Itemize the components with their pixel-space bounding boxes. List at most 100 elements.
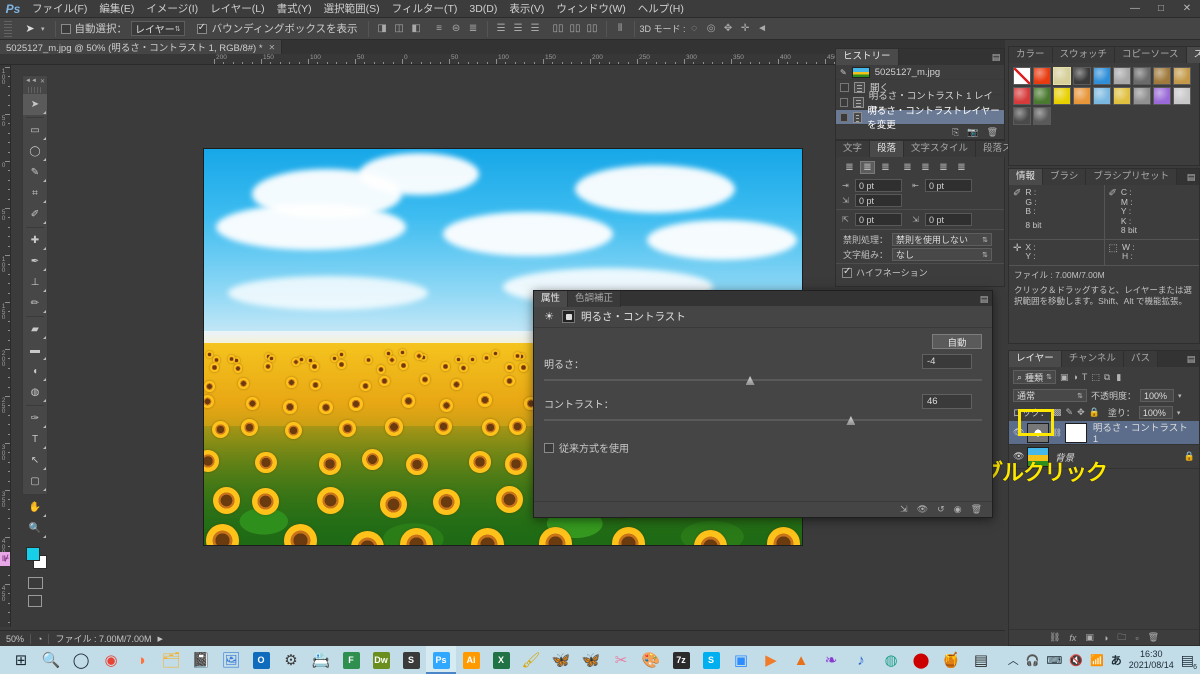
zoom-tool[interactable]: 🔍: [23, 518, 47, 539]
dreamweaver-icon[interactable]: Dw: [366, 646, 396, 674]
auto-select-target-dropdown[interactable]: レイヤー ⇅: [131, 21, 185, 36]
menu-file[interactable]: ファイル(F): [26, 0, 93, 18]
indent-right-input[interactable]: 0 pt: [925, 179, 972, 192]
add-mask-icon[interactable]: ▣: [1085, 632, 1094, 643]
menu-type[interactable]: 書式(Y): [271, 0, 318, 18]
eraser-tool[interactable]: ▰: [23, 319, 47, 340]
delete-layer-icon[interactable]: 🗑: [1148, 632, 1159, 643]
quick-mask-button[interactable]: [23, 574, 47, 592]
tools-panel-header[interactable]: ◄◄ ✕: [23, 76, 47, 86]
pan-3d-icon[interactable]: ✥: [720, 21, 737, 37]
justify-all-icon[interactable]: ≣: [954, 161, 969, 174]
align-horizontal-centers-icon[interactable]: ◫: [391, 21, 408, 37]
spot-healing-tool[interactable]: ✚: [23, 230, 47, 251]
auto-button[interactable]: 自動: [932, 334, 982, 349]
create-snapshot-icon[interactable]: 📷: [967, 127, 978, 138]
auto-select-checkbox[interactable]: [60, 23, 71, 34]
auto-distribute-icon[interactable]: ⦀: [612, 21, 629, 37]
ftp-icon[interactable]: F: [336, 646, 366, 674]
tab-paths[interactable]: パス: [1123, 351, 1158, 367]
distribute-right-icon[interactable]: ▯▯: [584, 21, 601, 37]
menu-select[interactable]: 選択範囲(S): [318, 0, 386, 18]
lock-transparent-pixels-icon[interactable]: ▩: [1053, 407, 1062, 418]
lock-all-icon[interactable]: 🔒: [1089, 407, 1100, 418]
delete-adjustment-icon[interactable]: 🗑: [971, 504, 982, 515]
panel-menu-icon[interactable]: ▤: [976, 291, 992, 307]
blur-tool[interactable]: ◖: [23, 361, 47, 382]
hand-tool[interactable]: ✋: [23, 497, 47, 518]
toggle-preview-icon[interactable]: 👁: [917, 504, 928, 515]
document-tab[interactable]: 5025127_m.jpg @ 50% (明るさ・コントラスト 1, RGB/8…: [0, 40, 283, 54]
history-source-checkbox[interactable]: [840, 82, 849, 92]
reset-icon[interactable]: ↺: [937, 504, 945, 515]
sticky-notes-icon[interactable]: ▤: [966, 646, 996, 674]
bounding-box-checkbox[interactable]: [196, 22, 207, 34]
history-item[interactable]: 明るさ・コントラストレイヤーを変更: [836, 106, 1004, 131]
photos-icon[interactable]: 🖼: [216, 646, 246, 674]
color-swatches[interactable]: [23, 544, 49, 574]
tab-brush-presets[interactable]: ブラシプリセット: [1086, 169, 1178, 185]
network-icon[interactable]: 📶: [1090, 654, 1104, 667]
style-swatch[interactable]: [1173, 87, 1191, 105]
filter-toggle-switch[interactable]: ▮: [1116, 372, 1121, 383]
purple-app-icon[interactable]: ❧: [816, 646, 846, 674]
filter-smart-object-icon[interactable]: ⧉: [1104, 372, 1110, 383]
cortana-icon[interactable]: ◯: [66, 646, 96, 674]
blend-mode-dropdown[interactable]: 通常 ⇅: [1013, 389, 1087, 402]
delete-state-icon[interactable]: 🗑: [987, 127, 998, 138]
foreground-color-swatch[interactable]: [26, 547, 40, 561]
style-swatch[interactable]: [1153, 87, 1171, 105]
new-group-icon[interactable]: 🗀: [1117, 630, 1126, 646]
space-after-input[interactable]: 0 pt: [925, 213, 972, 226]
clone-stamp-tool[interactable]: ⊥: [23, 272, 47, 293]
space-before-input[interactable]: 0 pt: [855, 213, 902, 226]
distribute-left-icon[interactable]: ▯▯: [550, 21, 567, 37]
menu-image[interactable]: イメージ(I): [140, 0, 204, 18]
tab-character[interactable]: 文字: [836, 141, 871, 157]
tab-layers[interactable]: レイヤー: [1009, 351, 1062, 367]
panel-menu-icon[interactable]: ▤: [988, 49, 1004, 65]
style-swatch[interactable]: [1153, 67, 1171, 85]
visibility-icon[interactable]: ◉: [954, 504, 962, 515]
menu-3d[interactable]: 3D(D): [463, 0, 503, 18]
distribute-bottom-icon[interactable]: ☰: [527, 21, 544, 37]
contrast-input[interactable]: 46: [922, 394, 972, 409]
brightness-input[interactable]: -4: [922, 354, 972, 369]
vertical-ruler[interactable]: 10050050100150200250300350400450500⊮: [0, 65, 11, 627]
ime-icon[interactable]: あ: [1111, 652, 1122, 668]
hyphenation-checkbox[interactable]: [842, 266, 852, 278]
screen-mode-button[interactable]: [23, 592, 47, 610]
paint-icon[interactable]: 🖌: [516, 646, 546, 674]
style-swatch[interactable]: [1033, 67, 1051, 85]
show-hidden-icons-icon[interactable]: ︿: [1008, 652, 1019, 668]
style-swatch[interactable]: [1113, 87, 1131, 105]
style-swatch[interactable]: [1013, 107, 1031, 125]
butterfly-icon[interactable]: 🦋: [546, 646, 576, 674]
zoom-meeting-icon[interactable]: ▣: [726, 646, 756, 674]
fx-icon[interactable]: fx: [1069, 633, 1076, 643]
align-left-edges-icon[interactable]: ◨: [374, 21, 391, 37]
style-swatch[interactable]: [1013, 67, 1031, 85]
gradient-tool[interactable]: ▬: [23, 340, 47, 361]
style-swatch[interactable]: [1093, 67, 1111, 85]
snapshot-brush-icon[interactable]: ✎: [840, 68, 847, 77]
lasso-tool[interactable]: ◯: [23, 141, 47, 162]
tab-color[interactable]: カラー: [1009, 47, 1053, 63]
menu-help[interactable]: ヘルプ(H): [632, 0, 690, 18]
justify-last-center-icon[interactable]: ≣: [918, 161, 933, 174]
path-selection-tool[interactable]: ↖: [23, 450, 47, 471]
contrast-slider[interactable]: [544, 416, 982, 426]
tool-preset-picker[interactable]: ➤ ▾: [16, 21, 50, 37]
indent-left-input[interactable]: 0 pt: [855, 179, 902, 192]
tab-paragraph[interactable]: 段落: [870, 141, 905, 157]
close-button[interactable]: ✕: [1174, 0, 1200, 18]
lock-position-icon[interactable]: ✥: [1077, 407, 1085, 418]
distribute-top-icon[interactable]: ☰: [493, 21, 510, 37]
opacity-input[interactable]: 100%: [1140, 389, 1175, 402]
taskbar-clock[interactable]: 16:30 2021/08/14: [1129, 649, 1174, 671]
start-button[interactable]: ⊞: [6, 646, 36, 674]
search-icon[interactable]: 🔍: [36, 646, 66, 674]
sublime-icon[interactable]: S: [396, 646, 426, 674]
menu-filter[interactable]: フィルター(T): [386, 0, 464, 18]
globe-icon[interactable]: ◍: [876, 646, 906, 674]
